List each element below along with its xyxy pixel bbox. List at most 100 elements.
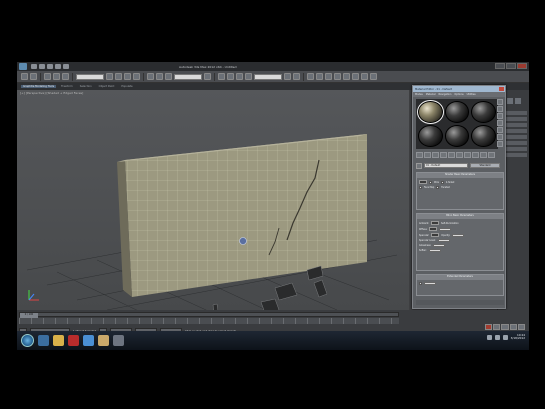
window-crossing-icon[interactable] xyxy=(133,73,140,80)
viewport-label[interactable]: [+] [Perspective] [Shaded + Edged Faces] xyxy=(20,91,83,95)
go-to-start-icon[interactable] xyxy=(493,324,501,330)
reset-map-icon[interactable] xyxy=(440,152,447,158)
start-button[interactable] xyxy=(21,334,34,347)
opacity-spinner[interactable] xyxy=(452,233,465,237)
menu-utilities[interactable]: Utilities xyxy=(467,93,476,96)
layer-manager-icon[interactable] xyxy=(307,73,314,80)
glossiness-spinner[interactable] xyxy=(433,244,446,247)
assign-to-selection-icon[interactable] xyxy=(432,152,439,158)
time-slider[interactable]: 0 / 100 xyxy=(19,312,399,318)
named-selection-set-dropdown[interactable] xyxy=(254,73,282,80)
track-bar[interactable] xyxy=(19,318,399,324)
material-type-button[interactable]: Standard xyxy=(470,163,500,168)
file-explorer-icon[interactable] xyxy=(53,335,64,346)
ribbon-tab-graphite[interactable]: Graphite Modeling Tools xyxy=(21,85,57,88)
specular-level-spinner[interactable] xyxy=(437,239,450,242)
maximize-button[interactable] xyxy=(506,63,516,69)
sample-slot[interactable] xyxy=(444,125,470,147)
previous-frame-icon[interactable] xyxy=(501,324,509,330)
shader-dropdown[interactable] xyxy=(419,180,427,184)
faceted-checkbox[interactable] xyxy=(436,186,440,189)
percent-snap-icon[interactable] xyxy=(236,73,243,80)
bind-space-warp-icon[interactable] xyxy=(62,73,69,80)
angle-snap-icon[interactable] xyxy=(227,73,234,80)
snaps-toggle-icon[interactable] xyxy=(218,73,225,80)
new-file-icon[interactable] xyxy=(31,64,37,69)
backlight-icon[interactable] xyxy=(497,106,503,112)
schematic-view-icon[interactable] xyxy=(334,73,341,80)
face-map-checkbox[interactable] xyxy=(419,186,422,189)
self-illum-spinner[interactable] xyxy=(439,227,452,231)
sample-type-icon[interactable] xyxy=(497,99,503,105)
material-id-icon[interactable] xyxy=(464,152,471,158)
video-color-check-icon[interactable] xyxy=(497,127,503,133)
options-icon[interactable] xyxy=(497,141,503,147)
ribbon-tab-selection[interactable]: Selection xyxy=(78,85,94,88)
selection-filter-dropdown[interactable] xyxy=(76,73,104,80)
undo-icon[interactable] xyxy=(55,64,61,69)
undo-icon[interactable] xyxy=(21,73,28,80)
next-frame-icon[interactable] xyxy=(517,324,525,330)
diffuse-swatch[interactable] xyxy=(429,227,438,231)
gizmo-pivot[interactable] xyxy=(239,237,247,245)
rotate-icon[interactable] xyxy=(156,73,163,80)
close-button[interactable] xyxy=(517,63,527,69)
scale-icon[interactable] xyxy=(165,73,172,80)
misc-app-icon[interactable] xyxy=(113,335,124,346)
ambient-swatch[interactable] xyxy=(430,221,439,225)
sample-slot[interactable] xyxy=(444,101,470,123)
eyedropper-icon[interactable] xyxy=(416,162,422,169)
modify-tab-icon[interactable] xyxy=(507,98,513,104)
ribbon-tab-populate[interactable]: Populate xyxy=(119,85,134,88)
opera-icon[interactable] xyxy=(68,335,79,346)
close-icon[interactable] xyxy=(499,87,504,91)
ribbon-tab-freeform[interactable]: Freeform xyxy=(59,85,75,88)
select-by-name-icon[interactable] xyxy=(115,73,122,80)
uv-tiling-icon[interactable] xyxy=(497,120,503,126)
two-sided-checkbox[interactable] xyxy=(440,180,444,184)
play-icon[interactable] xyxy=(509,324,517,330)
graphite-toggle-icon[interactable] xyxy=(316,73,323,80)
material-editor-icon[interactable] xyxy=(343,73,350,80)
flag-icon[interactable] xyxy=(502,334,508,340)
soften-spinner[interactable] xyxy=(428,249,441,252)
extended-checkbox[interactable] xyxy=(419,282,422,285)
redo-icon[interactable] xyxy=(63,64,69,69)
ribbon-tab-object-paint[interactable]: Object Paint xyxy=(97,85,117,88)
curve-editor-icon[interactable] xyxy=(325,73,332,80)
show-in-viewport-icon[interactable] xyxy=(472,152,479,158)
hierarchy-tab-icon[interactable] xyxy=(515,98,521,104)
spinner-snap-icon[interactable] xyxy=(245,73,252,80)
reference-coord-dropdown[interactable] xyxy=(174,73,202,80)
open-file-icon[interactable] xyxy=(39,64,45,69)
perspective-viewport[interactable]: [+] [Perspective] [Shaded + Edged Faces] xyxy=(17,90,409,310)
background-icon[interactable] xyxy=(497,113,503,119)
render-production-icon[interactable] xyxy=(370,73,377,80)
skype-icon[interactable] xyxy=(83,335,94,346)
put-to-library-icon[interactable] xyxy=(456,152,463,158)
menu-options[interactable]: Options xyxy=(454,93,463,96)
auto-key-button[interactable] xyxy=(485,324,493,330)
sample-slot[interactable] xyxy=(418,125,443,147)
wire-checkbox[interactable] xyxy=(429,180,432,184)
3ds-max-taskbar-icon[interactable] xyxy=(98,335,109,346)
pivot-center-icon[interactable] xyxy=(204,73,211,80)
make-preview-icon[interactable] xyxy=(497,134,503,140)
mirror-icon[interactable] xyxy=(284,73,291,80)
network-icon[interactable] xyxy=(486,334,492,340)
clock[interactable]: 10:24 3/18/2012 xyxy=(511,333,525,341)
select-object-icon[interactable] xyxy=(106,73,113,80)
show-end-result-icon[interactable] xyxy=(480,152,487,158)
menu-material[interactable]: Material xyxy=(426,93,436,96)
menu-navigation[interactable]: Navigation xyxy=(438,93,451,96)
rendered-frame-icon[interactable] xyxy=(361,73,368,80)
select-link-icon[interactable] xyxy=(44,73,51,80)
sample-slot-active[interactable] xyxy=(417,100,444,124)
menu-modes[interactable]: Modes xyxy=(415,93,423,96)
app-logo-icon[interactable] xyxy=(19,63,27,70)
make-unique-icon[interactable] xyxy=(448,152,455,158)
volume-icon[interactable] xyxy=(494,334,500,340)
align-icon[interactable] xyxy=(293,73,300,80)
rect-selection-icon[interactable] xyxy=(124,73,131,80)
put-to-scene-icon[interactable] xyxy=(424,152,431,158)
